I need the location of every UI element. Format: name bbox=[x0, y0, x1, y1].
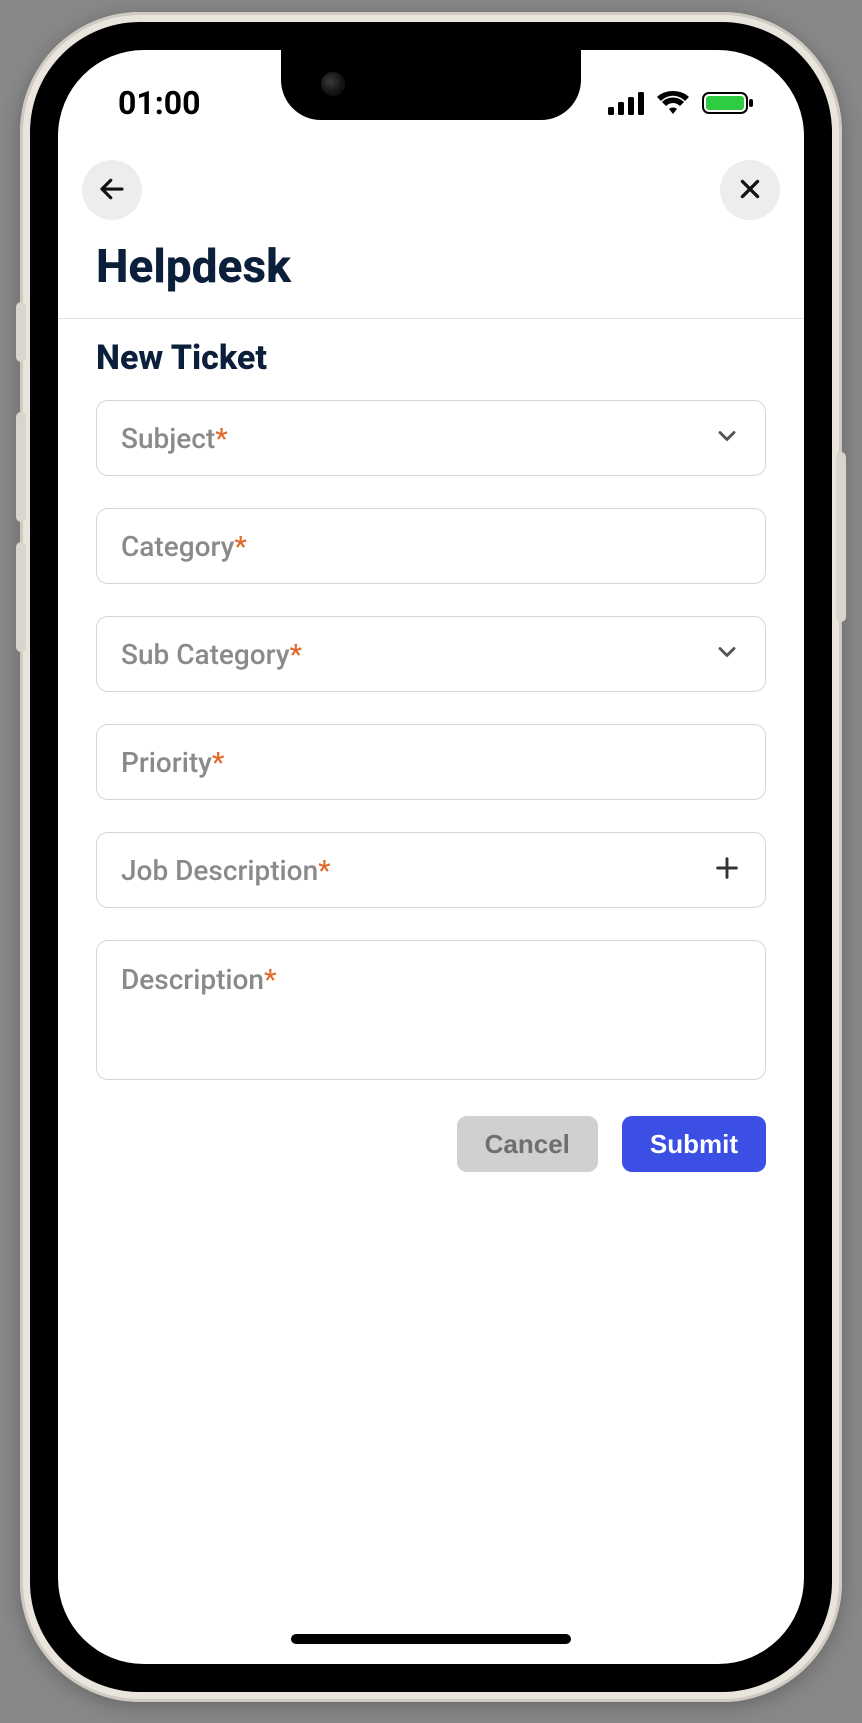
phone-volume-down bbox=[16, 542, 26, 652]
category-label: Category* bbox=[121, 530, 247, 563]
home-indicator[interactable] bbox=[291, 1634, 571, 1644]
form-actions: Cancel Submit bbox=[96, 1116, 766, 1172]
priority-field[interactable]: Priority* bbox=[96, 724, 766, 800]
priority-label: Priority* bbox=[121, 746, 224, 779]
status-icons bbox=[608, 91, 754, 115]
subject-label: Subject* bbox=[121, 422, 228, 455]
back-button[interactable] bbox=[82, 160, 142, 220]
battery-icon bbox=[702, 91, 754, 115]
phone-bezel: 01:00 bbox=[30, 22, 832, 1692]
phone-volume-up bbox=[16, 412, 26, 522]
arrow-left-icon bbox=[97, 174, 127, 207]
status-time: 01:00 bbox=[118, 84, 200, 122]
submit-button[interactable]: Submit bbox=[622, 1116, 766, 1172]
chevron-down-icon bbox=[713, 638, 741, 670]
sub-category-label: Sub Category* bbox=[121, 638, 302, 671]
section-title: New Ticket bbox=[96, 338, 267, 378]
cancel-button[interactable]: Cancel bbox=[457, 1116, 598, 1172]
phone-frame: 01:00 bbox=[20, 12, 842, 1702]
cellular-icon bbox=[608, 91, 644, 115]
phone-power-button bbox=[836, 452, 846, 622]
chevron-down-icon bbox=[713, 422, 741, 454]
wifi-icon bbox=[656, 91, 690, 115]
nav-row bbox=[58, 150, 804, 230]
screen: 01:00 bbox=[58, 50, 804, 1664]
header-divider bbox=[58, 318, 804, 319]
job-description-field[interactable]: Job Description* bbox=[96, 832, 766, 908]
plus-icon bbox=[713, 854, 741, 886]
sub-category-field[interactable]: Sub Category* bbox=[96, 616, 766, 692]
ticket-form: Subject* Category* Sub Category bbox=[96, 400, 766, 1172]
description-field[interactable]: Description* bbox=[96, 940, 766, 1080]
close-button[interactable] bbox=[720, 160, 780, 220]
close-icon bbox=[737, 176, 763, 205]
description-label: Description* bbox=[121, 963, 276, 996]
category-field[interactable]: Category* bbox=[96, 508, 766, 584]
page-title: Helpdesk bbox=[96, 240, 291, 294]
phone-mute-switch bbox=[16, 302, 26, 362]
subject-field[interactable]: Subject* bbox=[96, 400, 766, 476]
status-bar: 01:00 bbox=[58, 50, 804, 150]
job-description-label: Job Description* bbox=[121, 854, 331, 887]
